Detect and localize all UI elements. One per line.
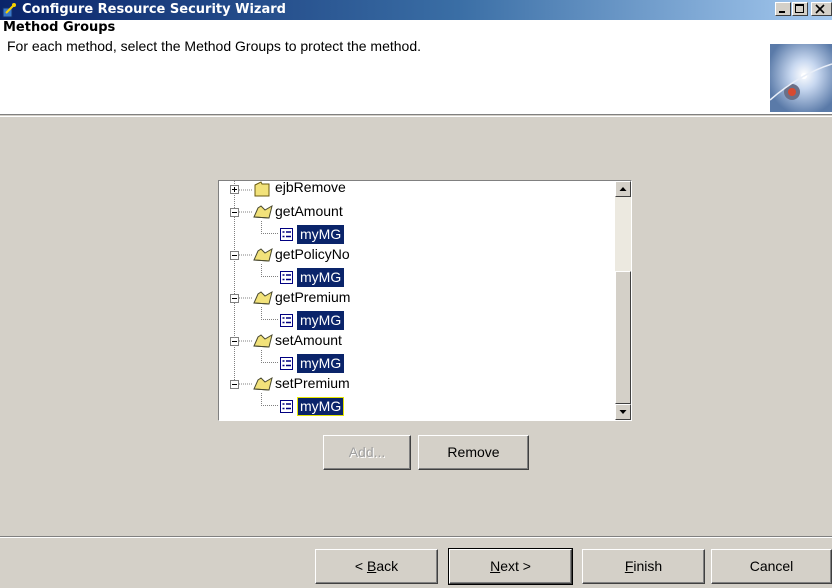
folder-open-icon	[253, 247, 273, 262]
tree-node-setpremium[interactable]: setPremium	[219, 374, 615, 396]
method-group-label: myMG	[297, 354, 345, 373]
method-label: getPolicyNo	[275, 246, 350, 262]
collapse-icon[interactable]	[230, 208, 239, 217]
finish-button[interactable]: Finish	[582, 549, 705, 584]
title-bar[interactable]: Configure Resource Security Wizard	[0, 0, 832, 20]
tree-vertical-scrollbar[interactable]	[615, 181, 631, 420]
cancel-button-label: Cancel	[749, 558, 794, 574]
footer-divider-highlight	[0, 537, 832, 538]
method-label: getAmount	[275, 203, 343, 219]
collapse-icon[interactable]	[230, 337, 239, 346]
arrow-up-icon	[619, 187, 627, 191]
method-group-icon	[280, 314, 293, 327]
tree-node-setamount[interactable]: setAmount	[219, 331, 615, 353]
folder-closed-icon	[254, 181, 270, 197]
method-group-icon	[280, 228, 293, 241]
expand-icon[interactable]	[230, 185, 239, 194]
scroll-down-button[interactable]	[615, 404, 631, 420]
tree-child-mymg[interactable]: myMG	[219, 353, 615, 375]
method-label: setAmount	[275, 332, 342, 348]
close-button[interactable]	[811, 2, 832, 16]
wizard-app-icon	[2, 3, 16, 18]
folder-open-icon	[253, 333, 273, 348]
tree-child-mymg[interactable]: myMG	[219, 310, 615, 332]
method-label: setPremium	[275, 375, 350, 391]
scroll-up-button[interactable]	[615, 181, 631, 197]
tree-child-mymg-focused[interactable]: myMG	[219, 396, 615, 418]
method-group-icon	[280, 271, 293, 284]
wizard-header: Method Groups For each method, select th…	[0, 20, 832, 115]
add-button[interactable]: Add...	[323, 435, 411, 470]
next-button[interactable]: Next >	[448, 548, 573, 585]
back-button-label: < Back	[354, 558, 399, 574]
tree-node-ejbremove[interactable]: ejbRemove	[219, 181, 615, 201]
method-group-icon	[280, 357, 293, 370]
collapse-icon[interactable]	[230, 251, 239, 260]
folder-open-icon	[253, 204, 273, 219]
method-groups-tree[interactable]: ejbRemove getAmount myMG getPolicyNo myM…	[218, 180, 632, 421]
method-group-label: myMG	[297, 397, 345, 416]
minimize-button[interactable]	[775, 2, 791, 16]
method-group-icon	[280, 400, 293, 413]
close-icon	[815, 4, 825, 14]
arrow-down-icon	[619, 410, 627, 414]
cancel-button[interactable]: Cancel	[711, 549, 832, 584]
tree-node-getpremium[interactable]: getPremium	[219, 288, 615, 310]
header-divider	[0, 116, 832, 117]
scroll-thumb[interactable]	[615, 271, 631, 404]
remove-button[interactable]: Remove	[418, 435, 529, 470]
method-group-label: myMG	[297, 311, 345, 330]
folder-open-icon	[253, 290, 273, 305]
collapse-icon[interactable]	[230, 380, 239, 389]
maximize-icon	[795, 4, 804, 13]
finish-button-label: Finish	[624, 558, 663, 574]
tree-viewport: ejbRemove getAmount myMG getPolicyNo myM…	[219, 181, 615, 420]
folder-open-icon	[253, 376, 273, 391]
tree-node-getamount[interactable]: getAmount	[219, 202, 615, 224]
add-button-label: Add...	[348, 444, 386, 460]
tree-child-mymg[interactable]: myMG	[219, 224, 615, 246]
method-group-label: myMG	[297, 225, 345, 244]
method-label: getPremium	[275, 289, 351, 305]
remove-button-label: Remove	[447, 444, 500, 460]
maximize-button[interactable]	[792, 2, 808, 16]
minimize-icon	[779, 11, 785, 13]
wizard-banner-graphic	[770, 44, 832, 112]
page-description: For each method, select the Method Group…	[7, 38, 422, 54]
window-title: Configure Resource Security Wizard	[22, 2, 286, 17]
tree-node-getpolicyno[interactable]: getPolicyNo	[219, 245, 615, 267]
collapse-icon[interactable]	[230, 294, 239, 303]
tree-child-mymg[interactable]: myMG	[219, 267, 615, 289]
page-title: Method Groups	[3, 20, 116, 35]
back-button[interactable]: < Back	[315, 549, 438, 584]
next-button-label: Next >	[490, 558, 531, 574]
method-label: ejbRemove	[275, 181, 346, 195]
method-group-label: myMG	[297, 268, 345, 287]
